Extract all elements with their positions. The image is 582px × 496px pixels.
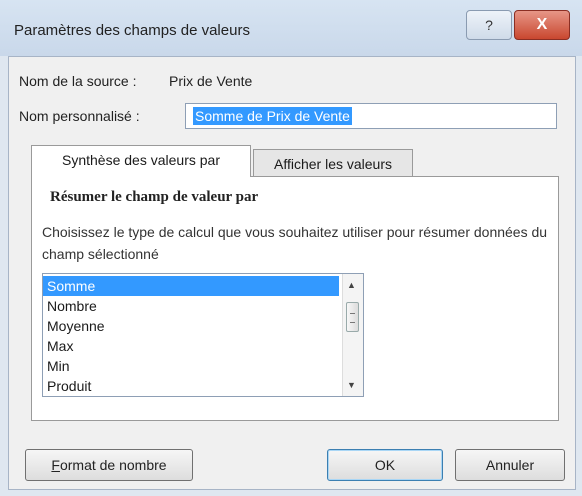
title-bar: Paramètres des champs de valeurs ? X (0, 0, 582, 56)
source-name-label: Nom de la source : (19, 73, 137, 89)
custom-name-input[interactable]: Somme de Prix de Vente (185, 103, 557, 129)
list-item-produit[interactable]: Produit (43, 376, 339, 396)
list-item-moyenne[interactable]: Moyenne (43, 316, 339, 336)
list-item-max[interactable]: Max (43, 336, 339, 356)
tab-show-values[interactable]: Afficher les valeurs (253, 149, 413, 179)
summarize-description: Choisissez le type de calcul que vous so… (42, 224, 548, 262)
tab-panel: Résumer le champ de valeur par Choisisse… (31, 176, 559, 421)
ok-button[interactable]: OK (327, 449, 443, 481)
list-item-min[interactable]: Min (43, 356, 339, 376)
tab-summarize-values[interactable]: Synthèse des valeurs par (31, 145, 251, 177)
dialog-body: Nom de la source : Prix de Vente Nom per… (8, 56, 576, 490)
cancel-button[interactable]: Annuler (455, 449, 565, 481)
custom-name-label: Nom personnalisé : (19, 108, 140, 124)
source-name-value: Prix de Vente (169, 73, 253, 89)
calculation-type-list[interactable]: Somme Nombre Moyenne Max Min Produit ▲ ▼ (42, 273, 364, 397)
scroll-up-icon[interactable]: ▲ (347, 280, 356, 290)
list-scrollbar[interactable]: ▲ ▼ (342, 274, 363, 396)
help-icon: ? (485, 17, 493, 33)
close-icon: X (536, 16, 548, 33)
summarize-group-title: Résumer le champ de valeur par (50, 189, 259, 205)
scroll-thumb[interactable] (346, 302, 359, 332)
window-title: Paramètres des champs de valeurs (14, 22, 250, 39)
number-format-label: Format de nombre (51, 457, 167, 473)
help-button[interactable]: ? (466, 10, 512, 40)
list-item-nombre[interactable]: Nombre (43, 296, 339, 316)
cancel-label: Annuler (485, 457, 535, 473)
close-button[interactable]: X (514, 10, 570, 40)
custom-name-value: Somme de Prix de Vente (193, 107, 352, 125)
scroll-down-icon[interactable]: ▼ (347, 380, 356, 390)
ok-label: OK (374, 457, 396, 473)
list-item-somme[interactable]: Somme (43, 276, 339, 296)
number-format-button[interactable]: Format de nombre (25, 449, 193, 481)
